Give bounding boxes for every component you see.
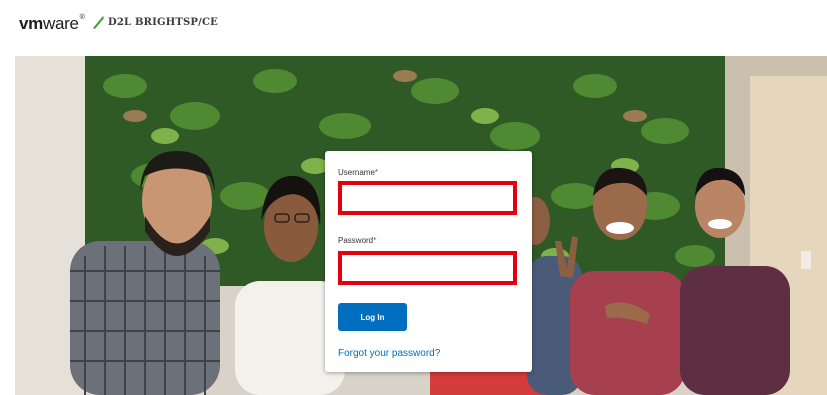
username-label: Username* [338, 168, 379, 177]
d2l-brightspace-logo: D2L BRIGHTSP∕CE [108, 17, 218, 28]
password-input[interactable] [340, 253, 515, 283]
top-header: vmware® D2L BRIGHTSP∕CE [0, 0, 827, 56]
login-card: Username* Password* Log In Forgot your p… [325, 151, 532, 372]
username-input[interactable] [340, 183, 515, 213]
log-in-button[interactable]: Log In [338, 303, 407, 331]
vmware-logo: vmware® [19, 14, 85, 33]
password-label: Password* [338, 236, 377, 245]
forgot-password-link[interactable]: Forgot your password? [338, 348, 440, 359]
slash-divider-icon [93, 16, 104, 29]
